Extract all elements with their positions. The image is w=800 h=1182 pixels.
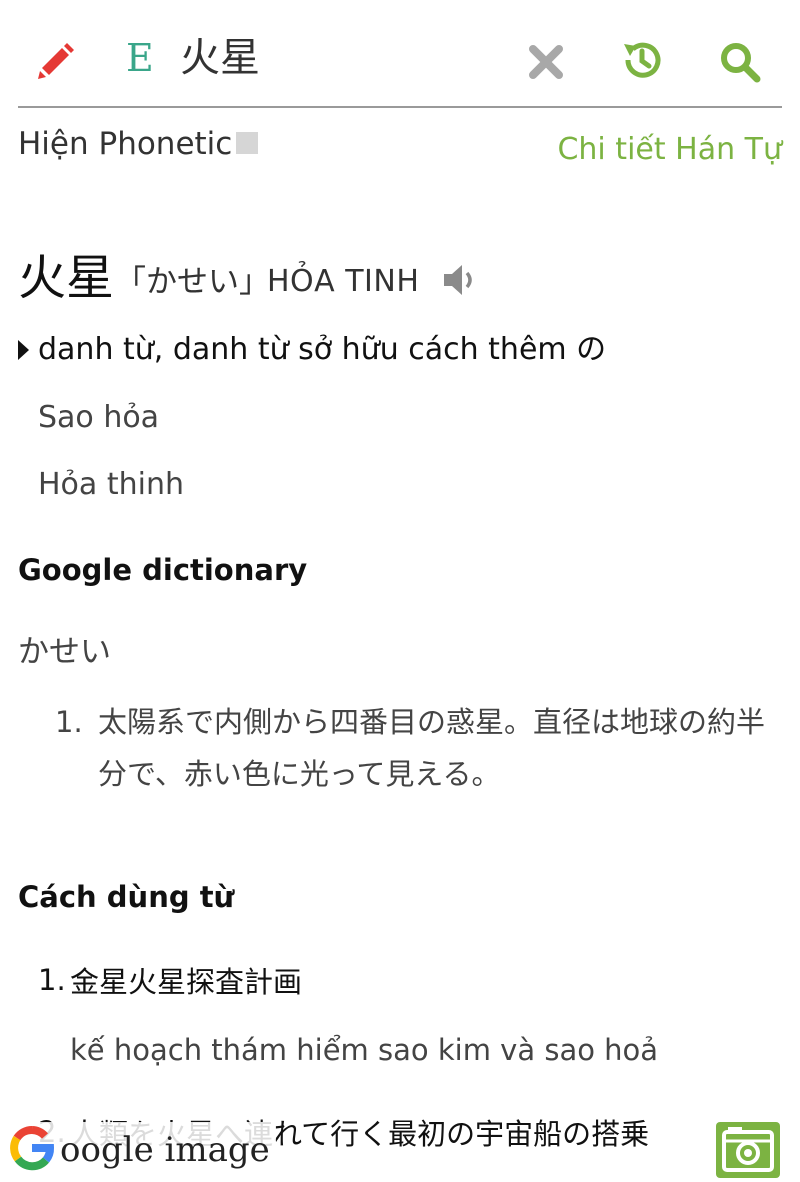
reading: 「かせい」 — [115, 264, 270, 300]
phonetic-checkbox[interactable] — [236, 132, 258, 154]
camera-icon — [716, 1122, 780, 1178]
search-bar: E 火星 — [18, 18, 782, 108]
search-icon[interactable] — [718, 40, 762, 84]
part-of-speech: danh từ, danh từ sở hữu cách thêm の — [38, 332, 607, 367]
search-underline — [18, 106, 782, 108]
hanviet-reading: HỎA TINH — [267, 264, 420, 299]
google-reading: かせい — [18, 634, 111, 670]
google-image-button[interactable]: oogle image — [8, 1122, 276, 1178]
definition-text: 太陽系で内側から四番目の惑星。直径は地球の約半分で、赤い色に光って見える。 — [98, 705, 766, 791]
usage-title: Cách dùng từ — [18, 880, 235, 914]
google-image-label: oogle image — [60, 1130, 270, 1170]
speaker-icon[interactable] — [440, 260, 480, 300]
usage-example-jp: 金星火星探査計画 — [70, 965, 303, 999]
camera-button[interactable] — [700, 1118, 800, 1182]
search-input[interactable]: 火星 — [180, 36, 260, 80]
han-tu-detail-link[interactable]: Chi tiết Hán Tự — [557, 130, 782, 170]
google-dictionary-title: Google dictionary — [18, 553, 308, 587]
google-logo-icon — [8, 1124, 56, 1176]
language-toggle[interactable]: E — [126, 36, 154, 80]
usage-example-vi: kế hoạch thám hiểm sao kim và sao hoả — [70, 1033, 659, 1067]
meaning-item: Sao hỏa — [38, 400, 160, 435]
history-icon[interactable] — [620, 38, 664, 82]
usage-number: 1. — [38, 963, 66, 997]
pos-triangle-icon — [18, 340, 29, 360]
definition-number: 1. — [55, 705, 83, 739]
meaning-item: Hỏa thinh — [38, 467, 184, 502]
clear-icon[interactable] — [524, 40, 568, 84]
phonetic-label: Hiện Phonetic — [18, 126, 233, 162]
headword: 火星 — [18, 250, 115, 306]
pencil-icon[interactable] — [36, 40, 76, 80]
